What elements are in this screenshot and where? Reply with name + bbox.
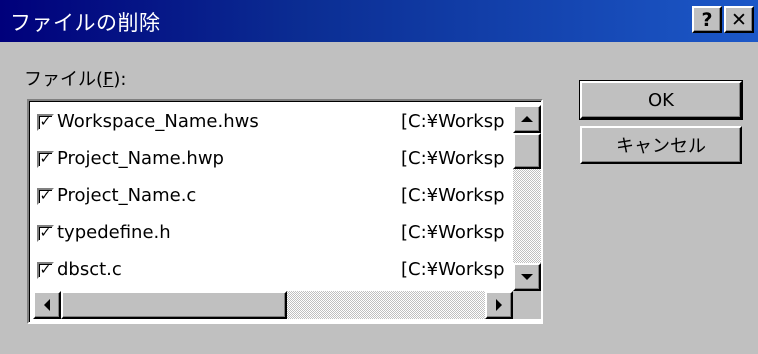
question-icon: ? (701, 8, 713, 31)
arrow-right-icon (496, 299, 502, 311)
file-path: [C:¥Worksp (401, 222, 505, 243)
file-list[interactable]: ✓ Workspace_Name.hws [C:¥Worksp ✓ Project_Na… (27, 99, 543, 324)
file-list-rows: ✓ Workspace_Name.hws [C:¥Worksp ✓ Project_Na… (35, 107, 511, 293)
scrollbar-corner (513, 291, 541, 319)
scroll-up-button[interactable] (513, 105, 541, 133)
list-item[interactable]: ✓ Project_Name.c [C:¥Worksp (35, 181, 511, 212)
file-name: Workspace_Name.hws (57, 111, 259, 132)
vertical-scrollbar[interactable] (513, 105, 541, 291)
file-checkbox[interactable]: ✓ (37, 225, 54, 242)
arrow-left-icon (44, 299, 50, 311)
file-checkbox[interactable]: ✓ (37, 114, 54, 131)
title-bar[interactable]: ファイルの削除 ? ✕ (0, 0, 758, 42)
file-checkbox[interactable]: ✓ (37, 151, 54, 168)
file-name: Project_Name.c (57, 185, 197, 206)
file-path: [C:¥Worksp (401, 111, 505, 132)
arrow-up-icon (521, 116, 533, 122)
file-path: [C:¥Worksp (401, 259, 505, 280)
help-button[interactable]: ? (692, 6, 722, 33)
close-icon: ✕ (731, 8, 747, 31)
delete-files-dialog: ファイルの削除 ? ✕ ファイル(F): ✓ Workspace_Name.hws… (0, 0, 758, 354)
list-item[interactable]: ✓ Project_Name.hwp [C:¥Worksp (35, 144, 511, 175)
horizontal-scroll-thumb[interactable] (61, 291, 287, 319)
file-path: [C:¥Worksp (401, 148, 505, 169)
file-name: dbsct.c (57, 259, 122, 280)
ok-button[interactable]: OK (579, 80, 743, 120)
dialog-title: ファイルの削除 (10, 11, 161, 35)
close-button[interactable]: ✕ (724, 6, 754, 33)
horizontal-scrollbar[interactable] (33, 291, 513, 319)
scroll-left-button[interactable] (33, 291, 61, 319)
cancel-button[interactable]: キャンセル (580, 126, 742, 164)
file-checkbox[interactable]: ✓ (37, 188, 54, 205)
file-checkbox[interactable]: ✓ (37, 262, 54, 279)
scroll-down-button[interactable] (513, 263, 541, 291)
files-label: ファイル(F): (24, 69, 127, 90)
arrow-down-icon (521, 274, 533, 280)
file-name: typedefine.h (57, 222, 171, 243)
scroll-right-button[interactable] (485, 291, 513, 319)
list-item[interactable]: ✓ dbsct.c [C:¥Worksp (35, 255, 511, 286)
file-path: [C:¥Worksp (401, 185, 505, 206)
file-name: Project_Name.hwp (57, 148, 224, 169)
list-item[interactable]: ✓ typedefine.h [C:¥Worksp (35, 218, 511, 249)
list-item[interactable]: ✓ Workspace_Name.hws [C:¥Worksp (35, 107, 511, 138)
vertical-scroll-thumb[interactable] (513, 133, 541, 169)
